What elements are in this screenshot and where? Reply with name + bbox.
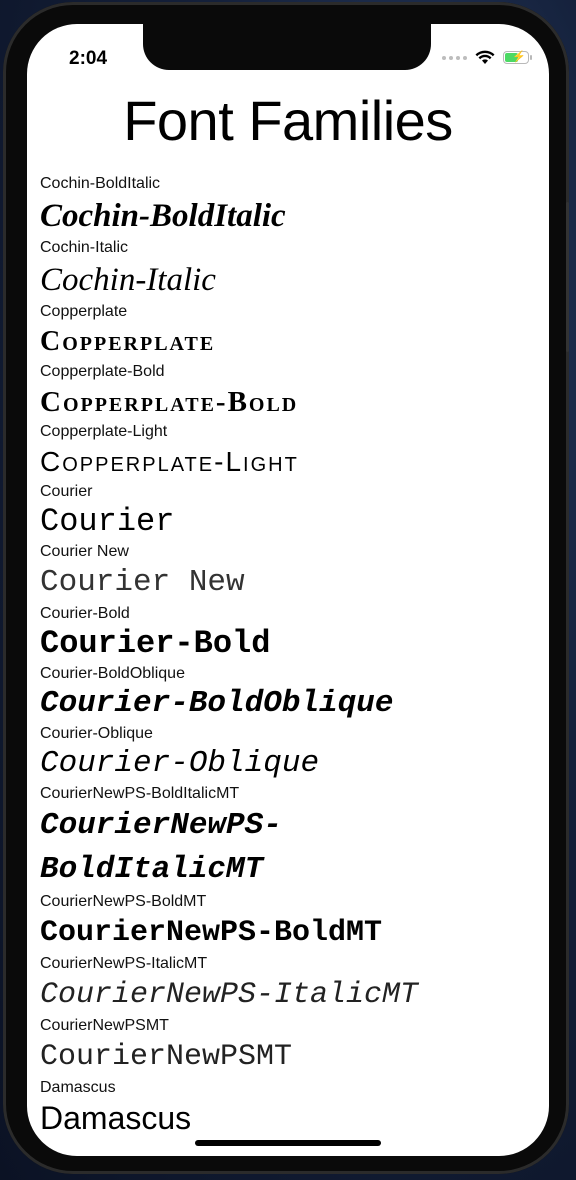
font-name-label: CourierNewPS-BoldMT bbox=[40, 893, 207, 910]
font-name-label: Cochin-Italic bbox=[40, 239, 129, 256]
font-name-label: Copperplate-Light bbox=[40, 423, 168, 440]
status-icons: ⚡ bbox=[442, 50, 532, 65]
font-sample: Courier-Bold bbox=[40, 625, 271, 662]
font-sample: Courier bbox=[40, 503, 175, 540]
list-item: Courier-Bold Courier-Bold bbox=[40, 604, 549, 664]
screen: 2:04 ⚡ Font Families Cochin-BoldItalic C… bbox=[27, 24, 549, 1156]
font-sample: Cochin-BoldItalic bbox=[40, 198, 286, 234]
font-name-label: Damascus bbox=[40, 1079, 116, 1096]
font-sample: Damascus bbox=[40, 1100, 192, 1136]
page-title: Font Families bbox=[123, 89, 453, 152]
status-time: 2:04 bbox=[69, 48, 108, 69]
list-item: Copperplate-Light Copperplate-Light bbox=[40, 422, 549, 482]
list-item: CourierNewPS-BoldItalicMT CourierNewPS-B… bbox=[40, 784, 549, 892]
font-name-label: Courier bbox=[40, 483, 93, 500]
font-list[interactable]: Cochin-BoldItalic Cochin-BoldItalic Coch… bbox=[40, 174, 549, 1138]
wifi-icon bbox=[475, 50, 495, 64]
font-sample: Courier-BoldOblique bbox=[40, 686, 394, 721]
list-item: Courier New Courier New bbox=[40, 542, 549, 604]
list-item: CourierNewPS-BoldMT CourierNewPS-BoldMT bbox=[40, 892, 549, 954]
font-sample: CourierNewPSMT bbox=[40, 1040, 293, 1074]
home-indicator[interactable] bbox=[195, 1140, 381, 1146]
list-item: Courier Courier bbox=[40, 482, 549, 542]
font-sample: Copperplate bbox=[40, 326, 216, 357]
font-sample: CourierNewPS-BoldMT bbox=[40, 916, 383, 950]
font-name-label: Copperplate bbox=[40, 303, 128, 320]
list-item: CourierNewPS-ItalicMT CourierNewPS-Itali… bbox=[40, 954, 549, 1016]
font-sample: Copperplate-Bold bbox=[40, 386, 299, 418]
font-sample: Copperplate-Light bbox=[40, 446, 299, 477]
battery-charging-icon: ⚡ bbox=[503, 51, 532, 64]
font-sample: Cochin-Italic bbox=[40, 262, 216, 298]
side-button bbox=[566, 202, 569, 352]
font-name-label: Courier-BoldOblique bbox=[40, 665, 185, 682]
list-item: Cochin-BoldItalic Cochin-BoldItalic bbox=[40, 174, 549, 238]
font-name-label: CourierNewPSMT bbox=[40, 1017, 169, 1034]
phone-frame: 2:04 ⚡ Font Families Cochin-BoldItalic C… bbox=[3, 2, 569, 1174]
font-name-label: Copperplate-Bold bbox=[40, 363, 165, 380]
font-name-label: Courier-Oblique bbox=[40, 725, 153, 742]
font-sample: CourierNewPS-ItalicMT bbox=[40, 978, 419, 1012]
list-item: Courier-Oblique Courier-Oblique bbox=[40, 724, 549, 784]
list-item: Courier-BoldOblique Courier-BoldOblique bbox=[40, 664, 549, 724]
font-name-label: Cochin-BoldItalic bbox=[40, 175, 161, 192]
notch bbox=[143, 24, 431, 70]
cellular-signal-icon bbox=[442, 55, 467, 60]
list-item: CourierNewPSMT CourierNewPSMT bbox=[40, 1016, 549, 1078]
font-sample: CourierNewPS-BoldItalicMT bbox=[40, 808, 282, 887]
list-item: Cochin-Italic Cochin-Italic bbox=[40, 238, 549, 302]
font-name-label: CourierNewPS-ItalicMT bbox=[40, 955, 208, 972]
font-sample: Courier New bbox=[40, 565, 245, 600]
list-item: Damascus Damascus bbox=[40, 1078, 549, 1138]
list-item: Copperplate-Bold Copperplate-Bold bbox=[40, 362, 549, 422]
font-name-label: Courier New bbox=[40, 543, 129, 560]
font-name-label: Courier-Bold bbox=[40, 605, 130, 622]
list-item: Copperplate Copperplate bbox=[40, 302, 549, 362]
font-sample: Courier-Oblique bbox=[40, 746, 320, 781]
font-name-label: CourierNewPS-BoldItalicMT bbox=[40, 785, 240, 802]
